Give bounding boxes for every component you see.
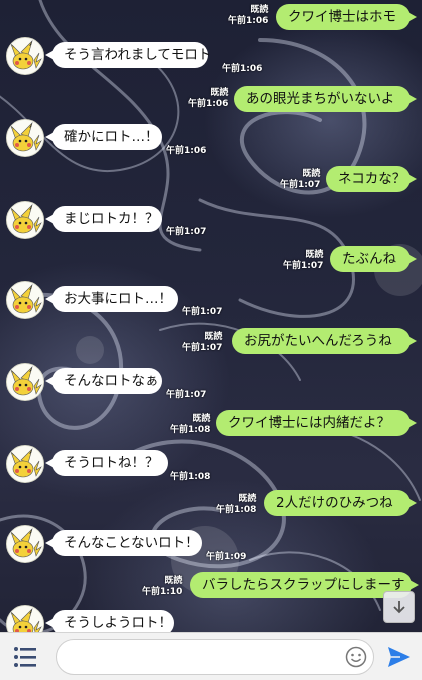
menu-icon [14, 647, 36, 667]
read-receipt: 既読 [238, 494, 257, 504]
pikachu-avatar-icon [7, 446, 43, 482]
outgoing-message-bubble[interactable]: 2人だけのひみつね [264, 490, 417, 516]
message-meta: 午前1:07 [182, 307, 222, 318]
message-timestamp: 午前1:07 [283, 261, 324, 271]
pikachu-avatar-icon [7, 38, 43, 74]
outgoing-message-bubble[interactable]: あの眼光まちがいないよ [234, 86, 417, 112]
avatar[interactable] [6, 37, 44, 75]
avatar[interactable] [6, 525, 44, 563]
send-button[interactable] [386, 645, 412, 669]
message-meta: 午前1:07 [166, 390, 206, 401]
outgoing-message-bubble[interactable]: クワイ博士はホモ [276, 4, 417, 30]
chevron-down-icon [393, 601, 405, 614]
incoming-message-bubble[interactable]: お大事にロト…！ [45, 286, 178, 312]
message-timestamp: 午前1:10 [142, 587, 183, 597]
message-meta: 既読 午前1:08 [216, 494, 256, 516]
pikachu-avatar-icon [7, 120, 43, 156]
message-timestamp: 午前1:07 [182, 343, 223, 353]
pikachu-avatar-icon [7, 526, 43, 562]
message-timestamp: 午前1:09 [206, 552, 247, 562]
incoming-message-bubble[interactable]: まじロトカ！？ [45, 206, 162, 232]
menu-button[interactable] [10, 643, 40, 671]
incoming-message-bubble[interactable]: そんなロトなぁ [45, 368, 162, 394]
message-meta: 既読 午前1:08 [170, 414, 210, 436]
message-timestamp: 午前1:07 [166, 227, 207, 237]
read-receipt: 既読 [210, 88, 229, 98]
read-receipt: 既読 [204, 332, 223, 342]
pikachu-avatar-icon [7, 282, 43, 318]
avatar[interactable] [6, 201, 44, 239]
read-receipt: 既読 [302, 169, 321, 179]
outgoing-message-bubble[interactable]: バラしたらスクラップにしまーす [190, 572, 419, 598]
avatar[interactable] [6, 363, 44, 401]
message-meta: 既読 午前1:07 [283, 250, 323, 272]
message-meta: 既読 午前1:07 [280, 169, 320, 191]
outgoing-message-bubble[interactable]: ネコカな？ [326, 166, 417, 192]
incoming-message-bubble[interactable]: そんなことないロト！ [45, 530, 202, 556]
outgoing-message-bubble[interactable]: お尻がたいへんだろうね [232, 328, 417, 354]
pikachu-avatar-icon [7, 364, 43, 400]
message-meta: 午前1:06 [166, 146, 206, 157]
smiley-icon [345, 646, 367, 668]
chat-screen: クワイ博士はホモ 既読 午前1:06 そう言われましてモロト 午前1:06 あの眼光まちが… [0, 0, 422, 680]
send-icon [388, 647, 410, 667]
message-timestamp: 午前1:06 [188, 99, 229, 109]
scroll-to-bottom-button[interactable] [383, 591, 415, 623]
incoming-message-bubble[interactable]: 確かにロト…！ [45, 124, 162, 150]
message-timestamp: 午前1:08 [170, 425, 211, 435]
message-meta: 既読 午前1:10 [142, 576, 182, 598]
message-meta: 午前1:08 [170, 472, 210, 483]
message-meta: 午前1:09 [206, 552, 246, 563]
message-timestamp: 午前1:08 [170, 472, 211, 482]
message-timestamp: 午前1:07 [166, 390, 207, 400]
message-meta: 午前1:07 [166, 227, 206, 238]
message-meta: 午前1:06 [222, 64, 262, 75]
message-meta: 既読 午前1:07 [182, 332, 222, 354]
message-timestamp: 午前1:07 [280, 180, 321, 190]
emoji-button[interactable] [345, 646, 367, 668]
avatar[interactable] [6, 119, 44, 157]
avatar[interactable] [6, 445, 44, 483]
outgoing-message-bubble[interactable]: クワイ博士には内緒だよ？ [216, 410, 417, 436]
outgoing-message-bubble[interactable]: たぶんね [330, 246, 417, 272]
message-timestamp: 午前1:08 [216, 505, 257, 515]
input-bar [0, 632, 422, 680]
message-list[interactable]: クワイ博士はホモ 既読 午前1:06 そう言われましてモロト 午前1:06 あの眼光まちが… [0, 0, 422, 643]
pikachu-avatar-icon [7, 202, 43, 238]
read-receipt: 既読 [250, 5, 269, 15]
read-receipt: 既読 [164, 576, 183, 586]
avatar[interactable] [6, 281, 44, 319]
message-timestamp: 午前1:06 [222, 64, 263, 74]
incoming-message-bubble[interactable]: そう言われましてモロト [45, 42, 211, 68]
message-input[interactable] [56, 639, 374, 675]
message-timestamp: 午前1:07 [182, 307, 223, 317]
message-timestamp: 午前1:06 [228, 16, 269, 26]
message-timestamp: 午前1:06 [166, 146, 207, 156]
read-receipt: 既読 [192, 414, 211, 424]
read-receipt: 既読 [305, 250, 324, 260]
message-meta: 既読 午前1:06 [228, 5, 268, 27]
message-meta: 既読 午前1:06 [188, 88, 228, 110]
incoming-message-bubble[interactable]: そうロトね！？ [45, 450, 168, 476]
